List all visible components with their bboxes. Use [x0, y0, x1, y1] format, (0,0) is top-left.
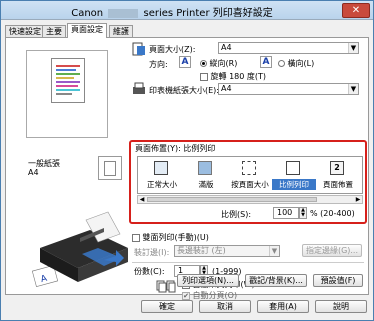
printer-paper-size-select[interactable]: A4 ▼ [218, 83, 359, 95]
window-title-right: series Printer 列印喜好設定 [143, 8, 273, 19]
paper-preview-icon [51, 58, 85, 103]
paper-size-label: A4 [28, 168, 39, 177]
page-layout-icon: 2 [330, 161, 344, 175]
chevron-down-icon: ▼ [348, 43, 358, 53]
duplex-option[interactable]: 雙面列印(手動)(U) [132, 232, 209, 243]
tab-quick-setup[interactable]: 快速設定 [5, 25, 45, 37]
specify-margin-button[interactable]: 指定邊緣(G)... [302, 244, 362, 257]
portrait-option[interactable]: 縱向(R) [200, 58, 237, 69]
copies-label: 份數(C): [134, 267, 165, 276]
layout-scaled[interactable]: 比例列印 [272, 159, 316, 193]
page-size-value: A4 [221, 43, 232, 52]
scaling-input[interactable]: 100 [273, 207, 299, 219]
page-layout-list[interactable]: 正常大小 滿版 按頁面大小 比例列印 2 頁面佈置 [137, 156, 363, 194]
fit-to-page-icon [242, 161, 256, 175]
printer-paper-size-value: A4 [221, 84, 232, 93]
tab-maintenance[interactable]: 維護 [109, 25, 133, 37]
page-layout-current: 比例列印 [183, 144, 216, 153]
page-setup-panel: 一般紙張 A4 A 頁面大小(Z): A4 ▼ 方向: A 縱向(R) A 橫向… [5, 37, 369, 300]
stamp-background-button[interactable]: 戳記/背景(K)... [245, 274, 307, 287]
scaling-label: 比例(S): [221, 210, 252, 219]
printer-paper-size-label: 印表機紙張大小(E): [149, 86, 219, 95]
duplex-checkbox[interactable] [132, 233, 140, 242]
scaled-icon [286, 161, 300, 175]
page-layout-label: 頁面佈置(Y): [135, 144, 181, 153]
page-layout-header: 頁面佈置(Y): 比例列印 [135, 143, 215, 154]
portrait-radio[interactable] [200, 60, 207, 67]
page-layout-group: 頁面佈置(Y): 比例列印 正常大小 滿版 按頁面大小 比例列印 2 頁面佈置 … [129, 140, 367, 224]
orientation-label: 方向: [149, 60, 168, 69]
rotate-180-option[interactable]: 旋轉 180 度(T) [200, 71, 266, 82]
printer-illustration-icon: A [31, 211, 128, 287]
scroll-left-icon[interactable]: ◀ [138, 196, 146, 203]
scroll-right-icon[interactable]: ▶ [354, 196, 362, 203]
print-options-button[interactable]: 列印選項(N)... [177, 274, 239, 287]
landscape-option[interactable]: 橫向(L) [278, 58, 314, 69]
help-button[interactable]: 說明 [315, 300, 367, 313]
window-title-left: Canon [71, 8, 104, 19]
defaults-button[interactable]: 預設值(F) [313, 274, 363, 287]
paper-orientation-preview-icon [98, 156, 122, 180]
chevron-down-icon: ▼ [269, 246, 279, 256]
layout-borderless[interactable]: 滿版 [184, 159, 228, 193]
layout-normal-size[interactable]: 正常大小 [140, 159, 184, 193]
page-size-icon [132, 42, 145, 56]
borderless-icon [198, 161, 212, 175]
scaling-stepper[interactable]: ▲ ▼ [299, 207, 307, 219]
layout-normal-size-label: 正常大小 [147, 180, 177, 189]
tab-main[interactable]: 主要 [42, 25, 66, 37]
layout-scaled-label: 比例列印 [272, 179, 316, 190]
apply-button[interactable]: 套用(A) [257, 300, 309, 313]
layout-fit-to-page[interactable]: 按頁面大小 [228, 159, 272, 193]
scrollbar-thumb[interactable] [147, 197, 317, 202]
collate-pages-icon [156, 280, 176, 293]
divider [132, 262, 364, 263]
page-size-select[interactable]: A4 ▼ [218, 42, 359, 54]
normal-size-icon [154, 161, 168, 175]
printer-paper-size-icon [133, 82, 145, 94]
collate-label: 自動分頁(O) [192, 291, 238, 300]
model-name-redacted [108, 8, 139, 18]
chevron-down-icon: ▼ [348, 84, 358, 94]
stapling-side-select[interactable]: 長邊裝訂 (左) ▼ [174, 245, 280, 257]
layout-fit-to-page-label: 按頁面大小 [231, 180, 269, 189]
layout-page-layout-label: 頁面佈置 [323, 180, 353, 189]
close-button[interactable]: ✕ [342, 3, 370, 18]
window-title: Canon series Printer 列印喜好設定 [1, 4, 343, 19]
printer-preferences-window: Canon series Printer 列印喜好設定 ✕ 快速設定 主要 頁面… [0, 0, 374, 321]
page-size-label: 頁面大小(Z): [149, 45, 196, 54]
stapling-side-label: 裝訂邊(I): [134, 248, 170, 257]
landscape-icon: A [260, 56, 272, 68]
stapling-side-value: 長邊裝訂 (左) [177, 246, 226, 255]
cancel-button[interactable]: 取消 [199, 300, 251, 313]
rotate-180-label: 旋轉 180 度(T) [210, 72, 267, 81]
scaling-range: % (20-400) [310, 209, 355, 218]
title-bar: Canon series Printer 列印喜好設定 ✕ [1, 1, 373, 20]
page-layout-scrollbar[interactable]: ◀ ▶ [137, 195, 363, 204]
layout-borderless-label: 滿版 [198, 180, 214, 189]
rotate-180-checkbox[interactable] [200, 72, 208, 81]
portrait-label: 縱向(R) [209, 59, 238, 68]
landscape-label: 橫向(L) [287, 59, 315, 68]
ok-button[interactable]: 確定 [141, 300, 193, 313]
landscape-radio[interactable] [278, 60, 285, 67]
layout-page-layout[interactable]: 2 頁面佈置 [316, 159, 360, 193]
duplex-label: 雙面列印(手動)(U) [142, 233, 209, 242]
collate-checkbox[interactable]: ✔ [182, 291, 190, 300]
settings-preview [26, 50, 108, 138]
tab-page-setup[interactable]: 頁面設定 [67, 23, 107, 38]
portrait-icon: A [179, 56, 191, 68]
